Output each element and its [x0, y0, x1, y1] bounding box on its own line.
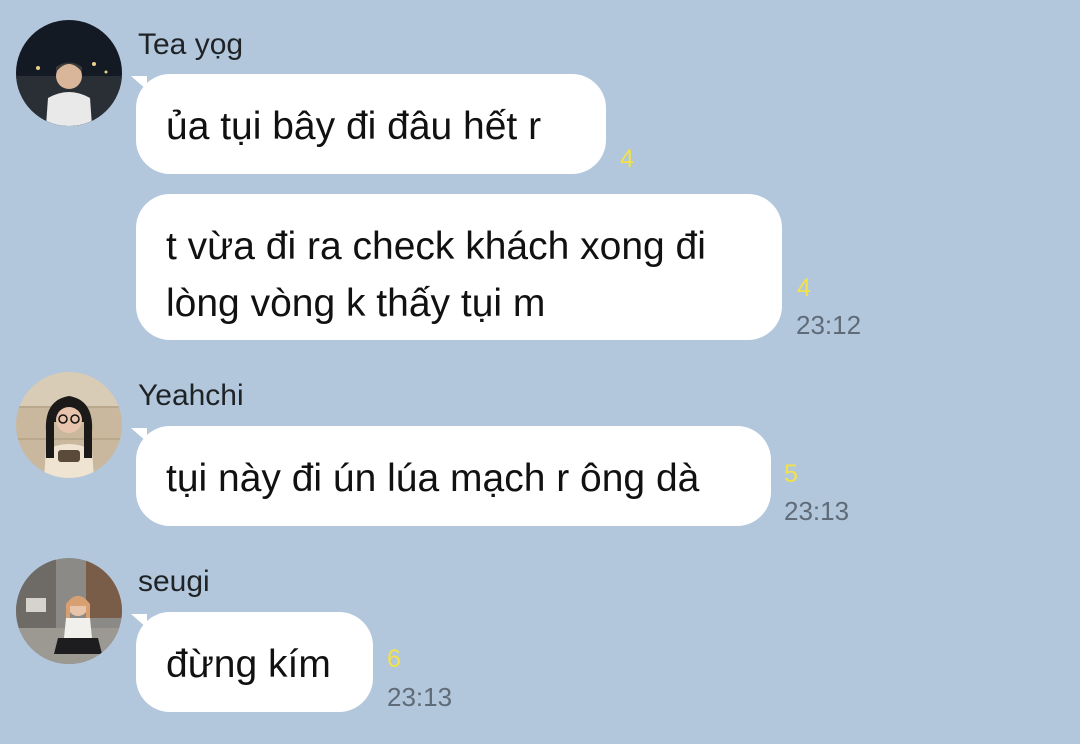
sender-name: seugi: [138, 565, 210, 598]
unread-count: 4: [797, 274, 811, 302]
sender-name: Yeahchi: [138, 379, 244, 412]
message-timestamp: 23:12: [796, 310, 862, 340]
avatar-tea-yog[interactable]: [16, 20, 122, 126]
message-bubble[interactable]: tụi này đi ún lúa mạch r ông dà: [136, 426, 771, 526]
message-text-line: lòng vòng k thấy tụi m: [166, 282, 546, 325]
message-bubble[interactable]: đừng kím: [136, 612, 373, 712]
avatar-seugi[interactable]: [16, 558, 122, 664]
avatar-photo: [16, 558, 122, 664]
sender-name: Tea yọg: [138, 28, 244, 61]
avatar-photo: [16, 20, 122, 126]
unread-count: 4: [620, 145, 634, 173]
message-text: ủa tụi bây đi đâu hết r: [166, 105, 542, 148]
unread-count: 5: [784, 460, 798, 488]
message-text: tụi này đi ún lúa mạch r ông dà: [166, 457, 700, 500]
avatar-photo: [16, 372, 122, 478]
message-text: đừng kím: [166, 643, 331, 686]
message-bubble[interactable]: t vừa đi ra check khách xong đi lòng vòn…: [136, 194, 782, 340]
message-timestamp: 23:13: [784, 496, 850, 526]
message-bubble[interactable]: ủa tụi bây đi đâu hết r: [136, 74, 606, 174]
avatar-yeahchi[interactable]: [16, 372, 122, 478]
message-text-line: t vừa đi ra check khách xong đi: [166, 225, 706, 268]
unread-count: 6: [387, 645, 401, 673]
message-timestamp: 23:13: [387, 682, 453, 712]
